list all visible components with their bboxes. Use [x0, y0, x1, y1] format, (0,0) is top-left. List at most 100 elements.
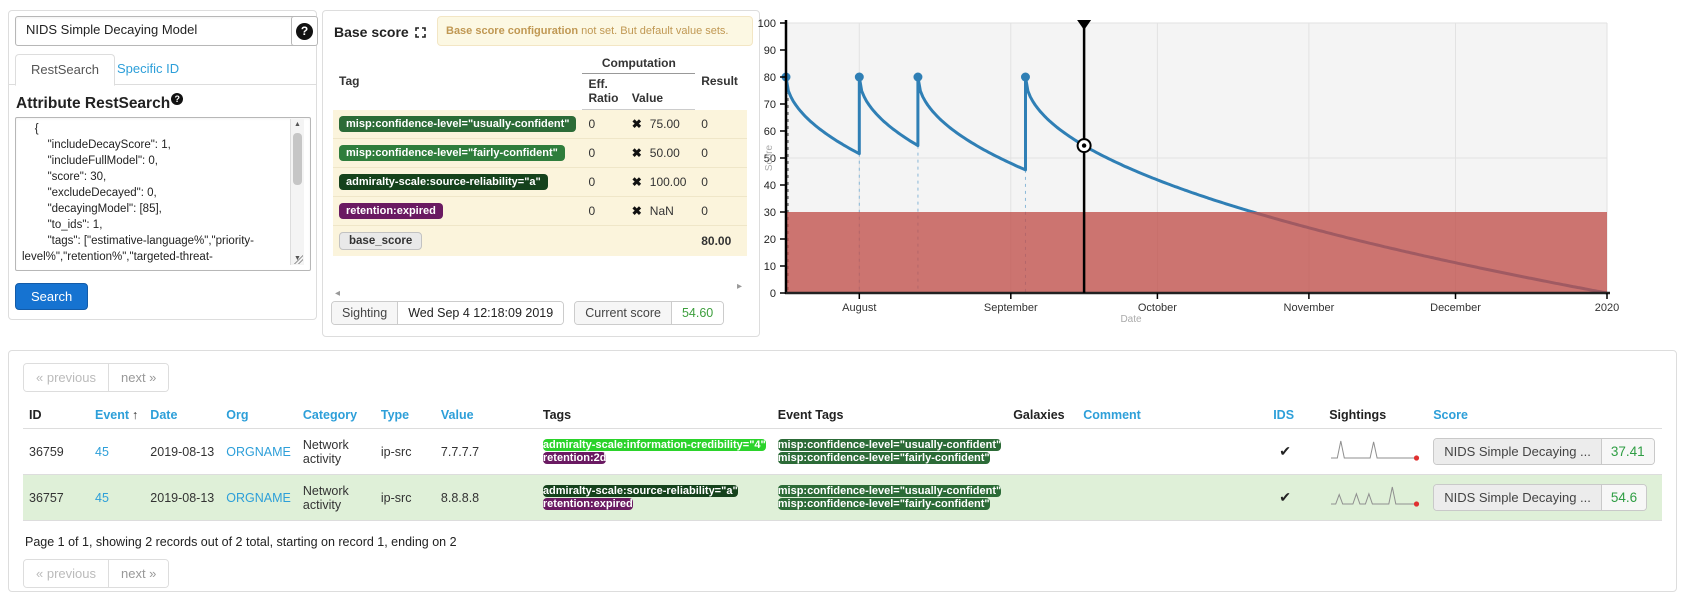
scroll-up-icon[interactable]: ▲: [291, 119, 304, 131]
decaying-model-select[interactable]: NIDS Simple Decaying Model ▼: [15, 16, 317, 46]
attributes-table: ID Event↑ Date Org Category Type Value T…: [23, 402, 1662, 521]
decay-score-chart[interactable]: 0102030405060708090100AugustSeptemberOct…: [700, 8, 1620, 326]
col-galaxies: Galaxies: [1007, 402, 1077, 429]
textarea-scrollbar[interactable]: ▲ ▼: [290, 119, 304, 265]
cell-tags: admiralty-scale:source-reliability="a" r…: [537, 475, 772, 521]
cell-type: ip-src: [375, 475, 435, 521]
score-model-label: NIDS Simple Decaying ...: [1434, 439, 1602, 464]
col-event[interactable]: Event↑: [89, 402, 144, 429]
check-icon: ✔: [1273, 489, 1291, 505]
pagination-bottom: « previous next »: [23, 559, 169, 588]
cell-value: 7.7.7.7: [435, 429, 537, 475]
col-comment[interactable]: Comment: [1077, 402, 1267, 429]
col-category[interactable]: Category: [297, 402, 375, 429]
cell-comment: [1077, 429, 1267, 475]
previous-page-button[interactable]: « previous: [24, 560, 109, 587]
cell-tags: admiralty-scale:information-credibility=…: [537, 429, 772, 475]
svg-text:10: 10: [764, 261, 776, 273]
svg-text:80: 80: [764, 72, 776, 84]
search-button[interactable]: Search: [15, 283, 88, 310]
question-icon: ?: [296, 23, 313, 40]
tag-badge: misp:confidence-level="usually-confident…: [778, 439, 1001, 451]
svg-text:30: 30: [764, 207, 776, 219]
svg-text:20: 20: [764, 234, 776, 246]
base-score-row: misp:confidence-level="usually-confident…: [333, 110, 747, 139]
scroll-left-icon[interactable]: ◂: [335, 288, 340, 299]
col-ids[interactable]: IDS: [1267, 402, 1323, 429]
org-link[interactable]: ORGNAME: [226, 491, 291, 505]
col-value[interactable]: Value: [435, 402, 537, 429]
svg-text:November: November: [1284, 302, 1335, 314]
col-id: ID: [23, 402, 89, 429]
multiply-icon: ✖: [632, 117, 642, 131]
tag-badge: misp:confidence-level="fairly-confident": [778, 452, 990, 464]
svg-text:October: October: [1138, 302, 1177, 314]
org-link[interactable]: ORGNAME: [226, 445, 291, 459]
cell-event-tags: misp:confidence-level="usually-confident…: [772, 429, 1007, 475]
col-org[interactable]: Org: [220, 402, 297, 429]
textarea-resize-handle[interactable]: [293, 254, 303, 264]
svg-text:40: 40: [764, 180, 776, 192]
base-score-total-row: base_score 80.00: [333, 225, 747, 256]
svg-text:100: 100: [758, 18, 776, 30]
restsearch-query-textarea[interactable]: { "includeDecayScore": 1, "includeFullMo…: [15, 117, 311, 271]
model-help-button[interactable]: ?: [291, 16, 318, 46]
base-score-row: misp:confidence-level="fairly-confident"…: [333, 138, 747, 167]
table-row: 36757 45 2019-08-13 ORGNAME Network acti…: [23, 475, 1662, 521]
svg-text:2020: 2020: [1595, 302, 1619, 314]
svg-text:December: December: [1430, 302, 1481, 314]
score-box: NIDS Simple Decaying ... 37.41: [1433, 438, 1654, 465]
tag-badge: misp:confidence-level="usually-confident…: [778, 485, 1001, 497]
table-header-row: ID Event↑ Date Org Category Type Value T…: [23, 402, 1662, 429]
cell-value: 8.8.8.8: [435, 475, 537, 521]
multiply-icon: ✖: [632, 204, 642, 218]
base-score-title: Base score: [334, 24, 426, 40]
title-help-icon: ?: [171, 93, 183, 105]
svg-text:90: 90: [764, 45, 776, 57]
score-value: 37.41: [1602, 439, 1654, 464]
next-page-button[interactable]: next »: [109, 364, 168, 391]
col-date[interactable]: Date: [144, 402, 220, 429]
cell-galaxies: [1007, 429, 1077, 475]
current-score-label: Current score: [575, 302, 672, 324]
next-page-button[interactable]: next »: [109, 560, 168, 587]
pagination-top: « previous next »: [23, 363, 169, 392]
col-value: Value: [626, 74, 696, 110]
cell-event-tags: misp:confidence-level="usually-confident…: [772, 475, 1007, 521]
previous-page-button[interactable]: « previous: [24, 364, 109, 391]
col-type[interactable]: Type: [375, 402, 435, 429]
cell-comment: [1077, 475, 1267, 521]
tab-restsearch[interactable]: RestSearch: [15, 54, 115, 86]
base-score-badge: base_score: [339, 232, 422, 250]
sightings-sparkline: [1329, 482, 1421, 510]
col-computation: Computation: [582, 53, 695, 74]
col-score[interactable]: Score: [1427, 402, 1662, 429]
multiply-icon: ✖: [632, 146, 642, 160]
event-link[interactable]: 45: [95, 491, 109, 505]
cell-type: ip-src: [375, 429, 435, 475]
tag-badge: admiralty-scale:source-reliability="a": [339, 174, 548, 190]
score-value: 54.6: [1602, 485, 1646, 510]
svg-text:70: 70: [764, 99, 776, 111]
model-panel: NIDS Simple Decaying Model ▼ ? RestSearc…: [8, 10, 317, 320]
scrollbar-thumb[interactable]: [293, 133, 302, 185]
sighting-label: Sighting: [332, 302, 398, 324]
score-model-label: NIDS Simple Decaying ...: [1434, 485, 1602, 510]
tag-badge: misp:confidence-level="usually-confident…: [339, 116, 576, 132]
check-icon: ✔: [1273, 443, 1291, 459]
sighting-bar: Sighting Wed Sep 4 12:18:09 2019 Current…: [331, 301, 734, 325]
cell-date: 2019-08-13: [144, 429, 220, 475]
sort-asc-icon: ↑: [132, 408, 138, 422]
cell-id: 36759: [23, 429, 89, 475]
decay-chart-container: 0102030405060708090100AugustSeptemberOct…: [700, 8, 1620, 326]
svg-text:August: August: [842, 302, 876, 314]
tab-specific-id[interactable]: Specific ID: [117, 54, 179, 84]
tag-badge: retention:2d: [543, 452, 607, 464]
base-score-table: Tag Computation Result Eff.Ratio Value m…: [333, 53, 747, 256]
event-link[interactable]: 45: [95, 445, 109, 459]
col-event-tags: Event Tags: [772, 402, 1007, 429]
expand-icon[interactable]: [415, 27, 426, 38]
tag-badge: retention:expired: [543, 498, 633, 510]
score-box: NIDS Simple Decaying ... 54.6: [1433, 484, 1647, 511]
tag-badge: misp:confidence-level="fairly-confident": [778, 498, 990, 510]
